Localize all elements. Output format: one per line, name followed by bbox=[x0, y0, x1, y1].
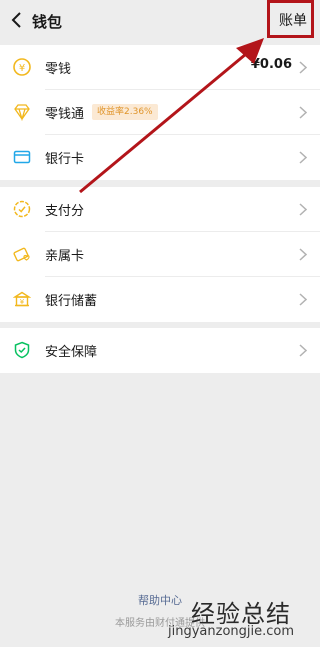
watermark-url: jingyanzongjie.com bbox=[168, 624, 295, 639]
annotation-arrow bbox=[79, 38, 264, 194]
